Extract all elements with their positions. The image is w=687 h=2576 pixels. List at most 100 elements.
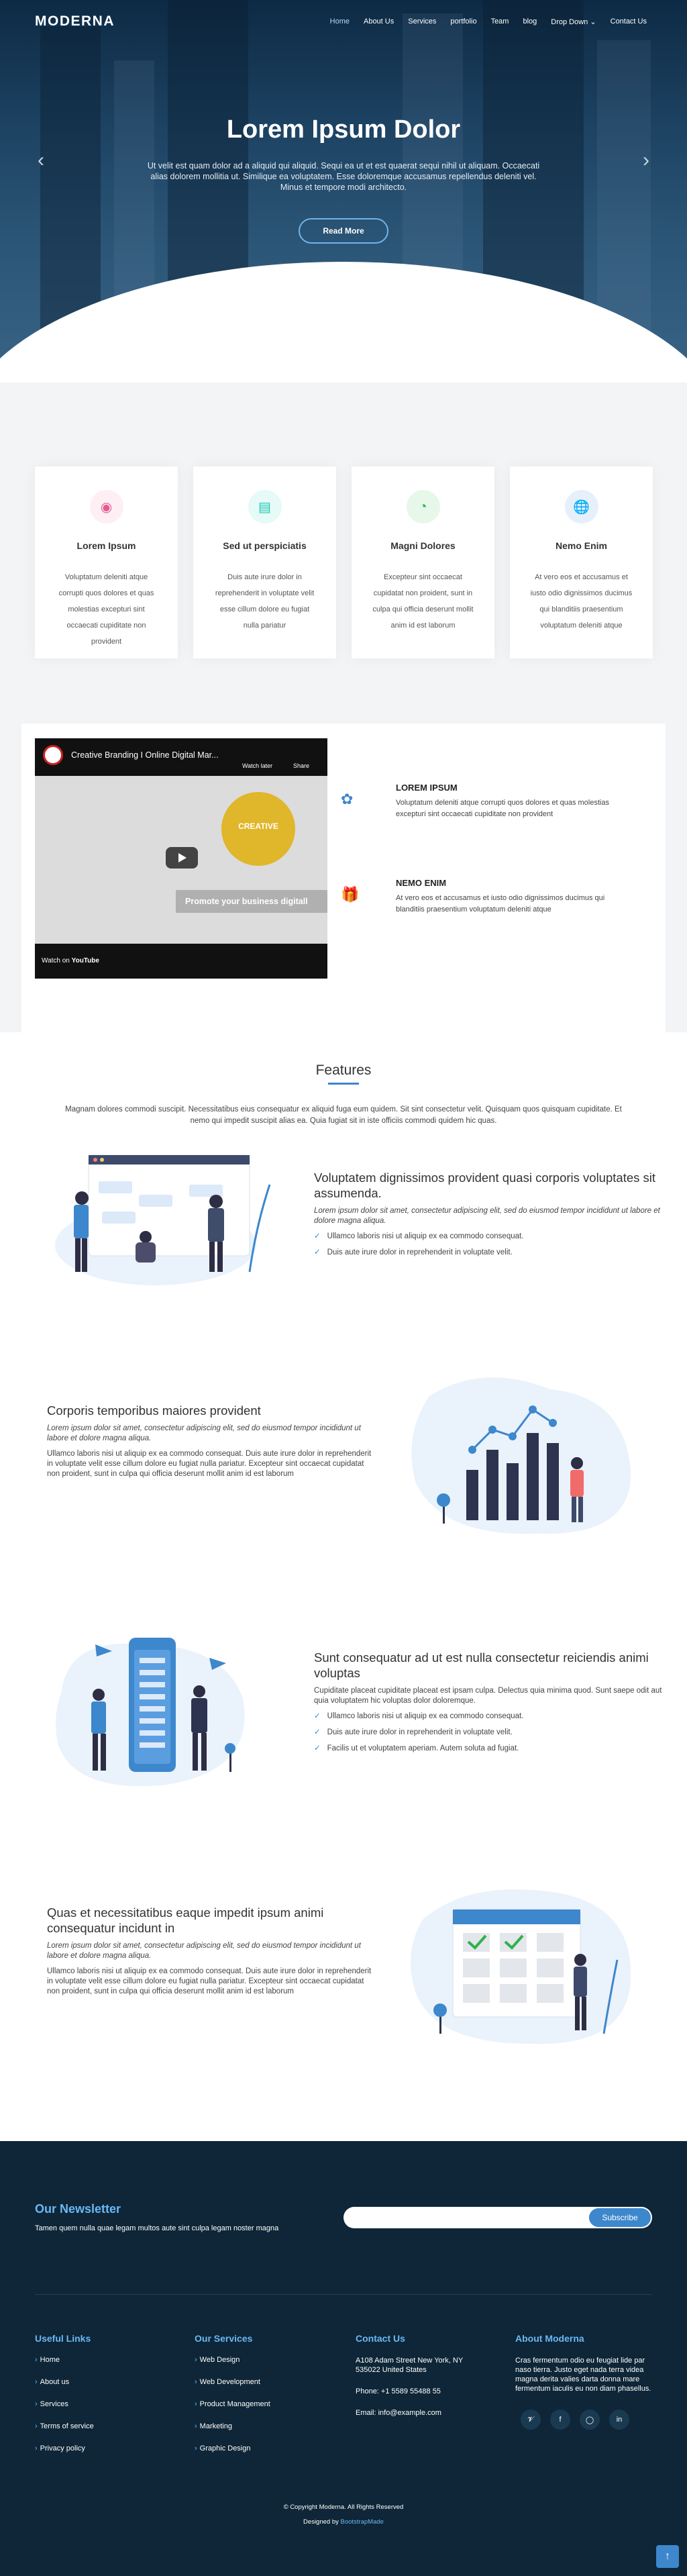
fingerprint-icon: ✿ <box>341 791 354 807</box>
feature-list-text: Duis aute irure dolor in reprehenderit i… <box>327 1248 513 1256</box>
icon-box: ◔ Magni Dolores Excepteur sint occaecat … <box>352 466 494 658</box>
linkedin-icon[interactable]: in <box>609 2410 629 2430</box>
subscribe-button[interactable]: Subscribe <box>589 2208 651 2227</box>
footer-link[interactable]: Terms of service <box>35 2422 182 2430</box>
contact-address: A108 Adam Street New York, NY <box>356 2357 464 2365</box>
check-icon: ✓ <box>314 1232 321 1240</box>
hero-title: Lorem Ipsum Dolor <box>226 115 461 144</box>
about-feature-title[interactable]: NEMO ENIM <box>396 878 446 888</box>
feature-title: Corporis temporibus maiores provident <box>47 1403 261 1418</box>
icon-box-title[interactable]: Sed ut perspiciatis <box>193 540 336 551</box>
newsletter-form: Subscribe <box>344 2207 652 2228</box>
mobile-app-illustration <box>56 1638 245 1787</box>
footer-divider <box>35 2294 652 2295</box>
about-feature-title[interactable]: LOREM IPSUM <box>396 783 458 793</box>
feature-list-item: ✓ Ullamco laboris nisi ut aliquip ex ea c… <box>314 1231 670 1240</box>
feature-text: Cupiditate placeat cupiditate placeat es… <box>314 1687 662 1705</box>
footer-link[interactable]: Graphic Design <box>195 2444 342 2453</box>
youtube-video[interactable]: CREATIVE Promote your business digitall … <box>35 738 327 979</box>
instagram-icon[interactable]: ◯ <box>580 2410 600 2430</box>
nav-item-dropdown-label: Drop Down <box>551 17 588 26</box>
footer-link[interactable]: Product Management <box>195 2400 342 2408</box>
site-footer: Our Newsletter Tamen quem nulla quae leg… <box>0 2141 687 2576</box>
footer-link[interactable]: Services <box>35 2400 182 2408</box>
nav-item-blog[interactable]: blog <box>523 17 537 26</box>
feature-illustration <box>48 1144 283 1285</box>
facebook-icon[interactable]: f <box>550 2410 570 2430</box>
read-more-button[interactable]: Read More <box>299 218 388 244</box>
features-heading: Features <box>0 1062 687 1085</box>
nav-item-home[interactable]: Home <box>330 17 350 26</box>
share-button[interactable]: Share <box>293 762 309 769</box>
nav-item-portfolio[interactable]: portfolio <box>450 17 476 26</box>
icon-box-title[interactable]: Magni Dolores <box>352 540 494 551</box>
contact-email: Email: info@example.com <box>356 2409 441 2417</box>
nav-menu: Home About Us Services portfolio Team bl… <box>330 17 647 26</box>
nav-item-team[interactable]: Team <box>491 17 509 26</box>
feature-list-item: ✓ Duis aute irure dolor in reprehenderit … <box>314 1247 670 1256</box>
nav-item-contact[interactable]: Contact Us <box>611 17 647 26</box>
about-video-section: CREATIVE Promote your business digitall … <box>21 724 666 1032</box>
hero-text: Ut velit est quam dolor ad a aliquid qui… <box>147 161 540 192</box>
icon-box-text: At vero eos et accusamus et iusto odio d… <box>530 573 633 630</box>
nav-item-services[interactable]: Services <box>408 17 436 26</box>
footer-link[interactable]: Marketing <box>195 2422 342 2430</box>
icon-box-title[interactable]: Nemo Enim <box>510 540 653 551</box>
footer-about-text: Cras fermentum odio eu feugiat lide par … <box>515 2357 651 2393</box>
designer-link[interactable]: BootstrapMade <box>341 2518 384 2526</box>
feature-italic: Lorem ipsum dolor sit amet, consectetur … <box>314 1207 660 1225</box>
feature-list-item: ✓ Ullamco laboris nisi ut aliquip ex ea c… <box>314 1711 670 1720</box>
feature-list-item: ✓ Facilis ut et voluptatem aperiam. Autem… <box>314 1743 670 1752</box>
watch-on-label: Watch on <box>42 957 70 964</box>
footer-useful-links: Useful Links Home About us Services Term… <box>35 2333 182 2467</box>
contact-phone: Phone: +1 5589 55488 55 <box>356 2387 441 2395</box>
feature-title: Quas et necessitatibus eaque impedit ips… <box>47 1905 324 1935</box>
check-icon: ✓ <box>314 1744 321 1752</box>
copyright: © Copyright Moderna. All Rights Reserved <box>283 2504 404 2511</box>
chevron-down-icon: ⌄ <box>590 17 596 26</box>
feature-row-1: Voluptatem dignissimos provident quasi c… <box>314 1170 670 1263</box>
feature-list-text: Duis aute irure dolor in reprehenderit i… <box>327 1728 513 1736</box>
footer-link[interactable]: Privacy policy <box>35 2444 182 2453</box>
play-button[interactable] <box>166 847 198 869</box>
video-title[interactable]: Creative Branding I Online Digital Mar..… <box>71 750 219 760</box>
twitter-icon[interactable]: 𝓥 <box>521 2410 541 2430</box>
back-to-top-button[interactable]: ↑ <box>656 2545 679 2568</box>
icon-box-text: Duis aute irure dolor in reprehenderit i… <box>215 573 315 630</box>
feature-row-2: Corporis temporibus maiores provident Lo… <box>47 1403 376 1479</box>
footer-link[interactable]: Home <box>35 2356 182 2364</box>
video-logo-circle: CREATIVE <box>221 792 295 866</box>
icon-box: ◉ Lorem Ipsum Voluptatum deleniti atque … <box>35 466 178 658</box>
site-logo[interactable]: MODERNA <box>35 13 115 30</box>
feature-list: ✓ Ullamco laboris nisi ut aliquip ex ea c… <box>314 1231 670 1256</box>
channel-avatar[interactable] <box>43 745 63 765</box>
check-icon: ✓ <box>314 1728 321 1736</box>
feature-list-text: Ullamco laboris nisi ut aliquip ex ea co… <box>327 1712 524 1720</box>
feature-list-text: Facilis ut et voluptatem aperiam. Autem … <box>327 1744 519 1752</box>
footer-link[interactable]: About us <box>35 2378 182 2386</box>
gift-icon: 🎁 <box>341 886 360 903</box>
feature-italic: Lorem ipsum dolor sit amet, consectetur … <box>47 1942 361 1960</box>
hero-section: MODERNA Home About Us Services portfolio… <box>0 0 687 383</box>
footer-link[interactable]: Web Development <box>195 2378 342 2386</box>
check-icon: ✓ <box>314 1248 321 1256</box>
icon-box-title[interactable]: Lorem Ipsum <box>35 540 178 551</box>
icon-box: 🌐 Nemo Enim At vero eos et accusamus et … <box>510 466 653 658</box>
footer-link[interactable]: Web Design <box>195 2356 342 2364</box>
features-intro: Magnam dolores commodi suscipit. Necessi… <box>65 1105 622 1125</box>
designed-by-label: Designed by <box>303 2518 339 2526</box>
feature-text: Ullamco laboris nisi ut aliquip ex ea co… <box>47 1450 372 1478</box>
nav-item-dropdown[interactable]: Drop Down ⌄ <box>551 17 596 26</box>
file-icon: ▤ <box>248 490 282 524</box>
nav-item-about[interactable]: About Us <box>364 17 394 26</box>
feature-illustration <box>403 1369 637 1544</box>
calendar-illustration <box>411 1889 631 2044</box>
feature-row-4: Quas et necessitatibus eaque impedit ips… <box>47 1905 376 1997</box>
newsletter-email-input[interactable] <box>353 2211 574 2224</box>
speedometer-icon: ◔ <box>406 490 440 524</box>
footer-column-title: Our Services <box>195 2333 253 2344</box>
video-band-text: Promote your business digitall <box>176 890 327 913</box>
watch-later-button[interactable]: Watch later <box>242 762 272 769</box>
watch-on-youtube[interactable]: Watch on YouTube <box>42 957 99 964</box>
feature-illustration <box>403 1879 637 2054</box>
